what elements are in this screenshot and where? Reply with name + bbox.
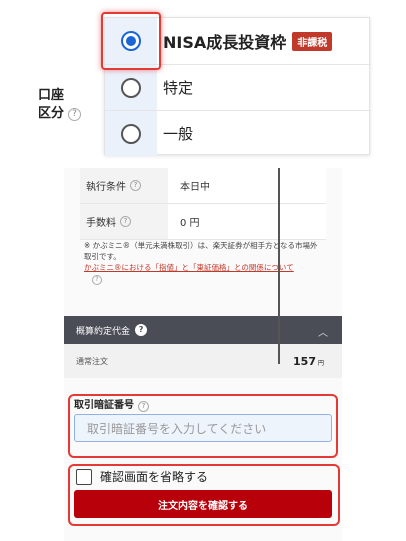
option-label: 一般 [163,125,194,143]
question-icon[interactable]: ? [135,324,148,336]
tax-free-badge: 非課税 [292,31,333,51]
estimate-title: 概算約定代金 [76,326,131,337]
order-form: 執行条件? 本日中 手数料? 0 円 ※ かぶミニ®（単元未満株取引）は、楽天証… [64,168,342,541]
highlight-frame [68,394,338,458]
account-type-label: 口座 区分? [38,87,82,123]
help-icon[interactable]: ? [92,275,102,285]
scrollbar[interactable] [278,168,280,364]
chevron-up-icon[interactable]: ︿ [318,324,328,339]
radio-icon[interactable] [121,123,141,144]
option-general[interactable]: 一般 [105,110,371,156]
info-link[interactable]: かぶミニ®における「指値」と「東証価格」との関係について [84,262,324,273]
help-icon[interactable]: ? [68,108,82,121]
order-type: 通常注文 [76,356,108,366]
option-specific[interactable]: 特定 [105,64,371,110]
estimate-amount: 157 円 [293,354,324,368]
detail-row: 執行条件? 本日中 [80,168,326,204]
help-icon[interactable]: ? [120,216,131,227]
radio-icon[interactable] [121,77,141,98]
help-icon[interactable]: ? [130,180,141,191]
option-label: 特定 [163,79,194,97]
highlight-frame [68,464,340,526]
highlight-frame [101,12,161,70]
detail-row: 手数料? 0 円 [80,204,326,240]
order-details-table: 執行条件? 本日中 手数料? 0 円 [80,168,326,240]
option-label: NISA成長投資枠 [163,33,287,52]
notice-text: ※ かぶミニ®（単元未満株取引）は、楽天証券が相手方となる市場外取引です。 かぶ… [84,240,324,285]
estimate-header[interactable]: 概算約定代金 ? ︿ [64,316,342,344]
account-type-zoom-panel: 口座 区分? NISA成長投資枠 非課税 特定 一般 [0,0,406,168]
estimate-summary: 通常注文 157 円 [64,344,342,378]
